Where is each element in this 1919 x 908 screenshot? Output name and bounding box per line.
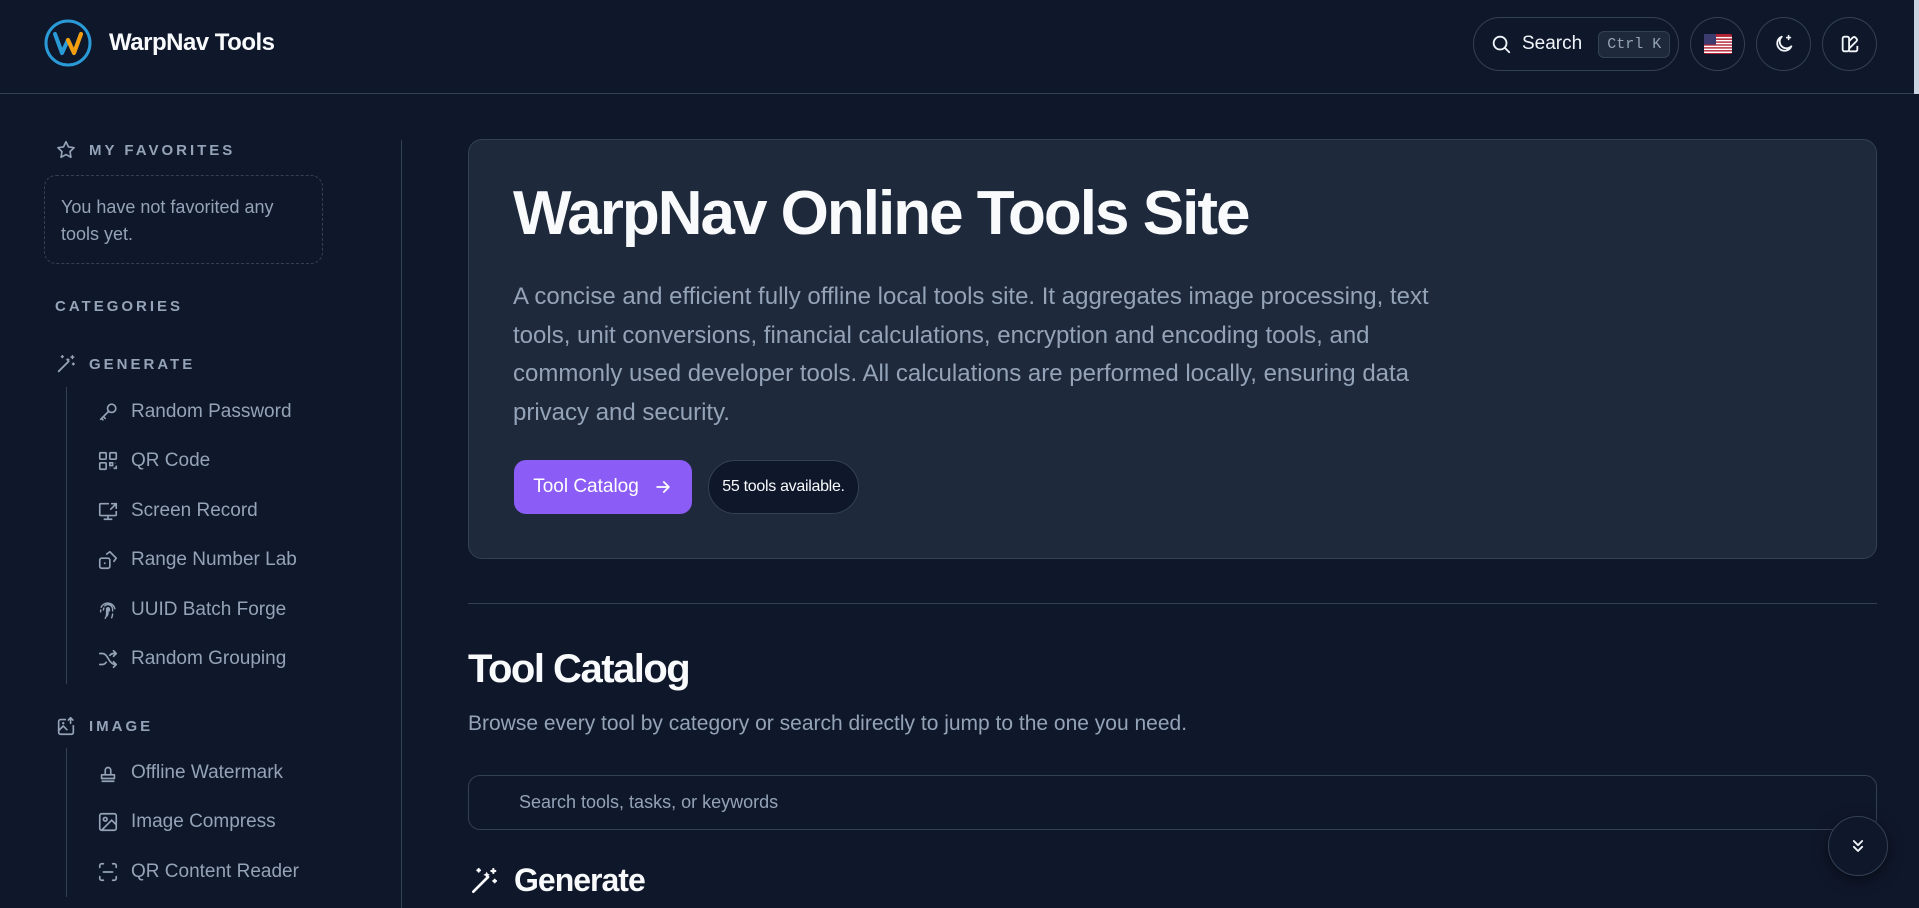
image-upload-icon [57, 716, 75, 736]
tool-catalog-button-label: Tool Catalog [533, 476, 639, 497]
wand-icon [57, 355, 75, 373]
sidebar-item-label: Random Grouping [131, 648, 287, 670]
search-label: Search [1522, 33, 1583, 54]
warpnav-logo [44, 19, 92, 67]
language-button[interactable] [1690, 17, 1745, 71]
sidebar-item-label: Screen Record [131, 499, 258, 521]
us-flag-icon [1703, 34, 1732, 54]
sidebar-item-label: Random Password [131, 400, 292, 422]
sidebar-item-screen-record[interactable]: Screen Record [67, 486, 297, 536]
star-icon [57, 140, 75, 159]
sidebar-item-label: Image Compress [131, 811, 276, 833]
sidebar-item-label: QR Code [131, 450, 211, 472]
category-image-heading[interactable]: IMAGE [55, 715, 153, 737]
theme-toggle-button[interactable] [1756, 17, 1811, 71]
category-generate-heading[interactable]: GENERATE [55, 353, 195, 375]
sidebar-item-label: Range Number Lab [131, 549, 297, 571]
image-icon [98, 813, 118, 832]
screen-share-icon [98, 502, 118, 520]
key-icon [99, 403, 117, 421]
chevrons-down-icon [1852, 840, 1864, 852]
sidebar-item-label: Offline Watermark [131, 761, 284, 783]
arrow-right-icon [656, 481, 670, 493]
category-generate-section-heading: Generate [468, 862, 646, 899]
image-tools-list: Offline Watermark Image Compress QR Cont… [66, 748, 299, 897]
favorites-empty-box: You have not favorited any tools yet. [44, 175, 323, 264]
qr-code-icon [98, 452, 118, 471]
sidebar-item-offline-watermark[interactable]: Offline Watermark [67, 748, 299, 798]
catalog-subtitle: Browse every tool by category or search … [468, 712, 1188, 735]
sidebar-divider [401, 140, 402, 908]
category-image-title: IMAGE [89, 717, 154, 735]
sidebar-item-qr-content-reader[interactable]: QR Content Reader [67, 847, 299, 897]
sidebar-item-label: UUID Batch Forge [131, 598, 287, 620]
search-icon [1492, 35, 1511, 54]
dice-icon [98, 551, 118, 570]
palette-button[interactable] [1822, 17, 1877, 71]
favorites-heading: MY FAVORITES [55, 139, 235, 161]
hero-title: WarpNav Online Tools Site [513, 179, 1250, 248]
category-generate-title: GENERATE [89, 355, 196, 373]
tool-catalog-button[interactable]: Tool Catalog [514, 460, 692, 514]
swatch-book-icon [1841, 35, 1858, 53]
section-divider [468, 603, 1877, 604]
wand-icon [472, 867, 498, 893]
shuffle-icon [98, 650, 118, 669]
sidebar-item-qr-code[interactable]: QR Code [67, 437, 297, 487]
tools-count-badge: 55 tools available. [708, 460, 859, 514]
sidebar-item-uuid-batch-forge[interactable]: UUID Batch Forge [67, 585, 297, 635]
categories-title: CATEGORIES [55, 298, 184, 315]
sidebar-item-image-compress[interactable]: Image Compress [67, 798, 299, 848]
sidebar-item-random-password[interactable]: Random Password [67, 387, 297, 437]
brand-link[interactable]: WarpNav Tools [43, 18, 275, 68]
scan-icon [98, 862, 118, 881]
brand-name: WarpNav Tools [109, 29, 275, 56]
hero-card: WarpNav Online Tools Site A concise and … [468, 139, 1877, 559]
sidebar-item-random-grouping[interactable]: Random Grouping [67, 635, 297, 685]
top-header: WarpNav Tools Search Ctrl K [0, 0, 1919, 94]
fingerprint-icon [99, 602, 116, 619]
search-shortcut-badge: Ctrl K [1598, 30, 1671, 58]
favorites-title: MY FAVORITES [89, 141, 236, 159]
moon-sparkle-icon [1775, 34, 1792, 52]
categories-heading: CATEGORIES [55, 298, 183, 315]
tool-search-input[interactable] [468, 775, 1877, 830]
catalog-title: Tool Catalog [468, 647, 691, 691]
stamp-icon [100, 766, 116, 782]
category-generate-section-title: Generate [514, 862, 646, 898]
sidebar-item-range-number-lab[interactable]: Range Number Lab [67, 536, 297, 586]
hero-description: A concise and efficient fully offline lo… [513, 283, 1429, 426]
sidebar-item-label: QR Content Reader [131, 860, 299, 882]
generate-tools-list: Random Password QR Code Screen Record Ra… [66, 387, 297, 684]
global-search-button[interactable]: Search Ctrl K [1473, 17, 1679, 71]
scroll-down-button[interactable] [1828, 816, 1888, 876]
scrollbar-thumb[interactable] [1914, 0, 1919, 94]
